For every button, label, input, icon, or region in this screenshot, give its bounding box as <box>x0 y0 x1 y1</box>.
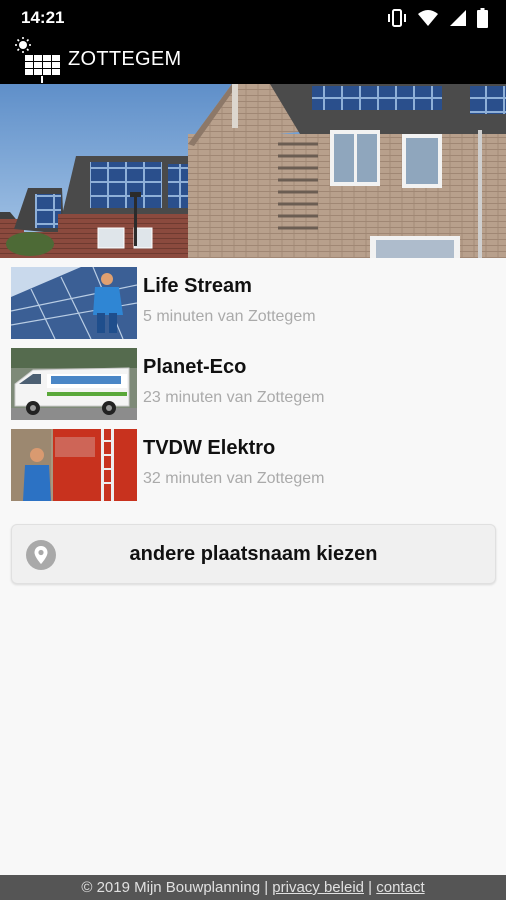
app-bar: ZOTTEGEM <box>0 36 506 84</box>
choose-other-place-button[interactable]: andere plaatsnaam kiezen <box>11 524 496 584</box>
footer-separator: | <box>368 879 373 896</box>
company-thumbnail <box>11 348 137 420</box>
company-distance: 23 minuten van Zottegem <box>143 389 325 406</box>
company-distance: 5 minuten van Zottegem <box>143 308 316 325</box>
vibrate-icon <box>387 9 407 27</box>
company-name: Planet-Eco <box>143 356 247 378</box>
company-name: TVDW Elektro <box>143 437 276 459</box>
status-time: 14:21 <box>21 8 65 27</box>
footer: © 2019 Mijn Bouwplanning | privacy belei… <box>0 875 506 900</box>
company-name: Life Stream <box>143 275 252 297</box>
page-title: ZOTTEGEM <box>68 48 182 70</box>
choose-other-place-label: andere plaatsnaam kiezen <box>129 543 378 565</box>
solar-panel-sun-icon <box>13 36 61 84</box>
status-bar: 14:21 <box>0 0 506 36</box>
contact-link[interactable]: contact <box>376 879 424 896</box>
company-thumbnail <box>11 429 137 501</box>
list-item[interactable]: Planet-Eco 23 minuten van Zottegem <box>0 339 506 420</box>
list-item[interactable]: Life Stream 5 minuten van Zottegem <box>0 258 506 339</box>
company-thumbnail <box>11 267 137 339</box>
privacy-policy-link[interactable]: privacy beleid <box>272 879 364 896</box>
company-list: Life Stream 5 minuten van Zottegem Plane… <box>0 258 506 501</box>
battery-icon <box>477 8 488 28</box>
hero-image <box>0 84 506 258</box>
status-icons <box>387 8 488 28</box>
list-item[interactable]: TVDW Elektro 32 minuten van Zottegem <box>0 420 506 501</box>
wifi-icon <box>417 9 439 27</box>
copyright-text: © 2019 Mijn Bouwplanning | <box>81 879 269 896</box>
company-distance: 32 minuten van Zottegem <box>143 470 325 487</box>
signal-icon <box>449 9 467 27</box>
